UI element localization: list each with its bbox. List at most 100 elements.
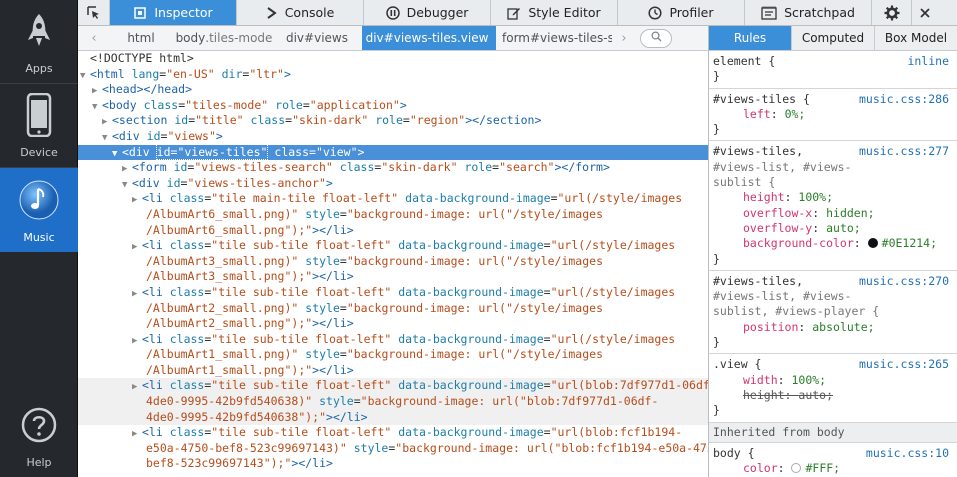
markup-node-li[interactable]: ▶ <li class="tile sub-tile float-left" da…: [78, 285, 708, 332]
markup-node-li[interactable]: ▶ <li class="tile main-tile float-left" d…: [78, 191, 708, 238]
rule-source-link[interactable]: music.css:277: [859, 144, 949, 159]
attr-value: "url(/style/images: [550, 238, 676, 253]
attr-name: style: [353, 440, 389, 455]
color-swatch[interactable]: [791, 463, 802, 474]
rule-declaration[interactable]: left: 0%;: [713, 107, 953, 122]
rule-close-brace: }: [713, 403, 720, 418]
tab-box-model[interactable]: Box Model: [875, 26, 957, 50]
markup-node[interactable]: ▶ <section id="title" class="skin-dark" r…: [78, 113, 708, 129]
rail-item-device[interactable]: Device: [0, 84, 78, 168]
crumb-selector: #views: [304, 31, 348, 45]
rule-declaration[interactable]: position: absolute;: [713, 320, 953, 335]
rule-source-link[interactable]: music.css:10: [866, 446, 949, 461]
tab-console[interactable]: Console: [237, 0, 364, 25]
attr-name: class: [169, 425, 205, 440]
tab-inspector[interactable]: Inspector: [110, 0, 237, 25]
attr-value: /AlbumArt6_small.png");": [146, 222, 313, 237]
rule-views-group-2[interactable]: #views-tiles, music.css:270 #views-list,…: [709, 271, 957, 355]
crumb-tag: form: [502, 31, 530, 45]
attr-value: /AlbumArt3_small.png)": [146, 253, 299, 268]
search-input[interactable]: [640, 28, 672, 48]
rule-source-link[interactable]: music.css:286: [859, 92, 949, 107]
rule-declaration[interactable]: width: 100%;: [713, 373, 953, 388]
attr-name: class: [339, 160, 375, 175]
attr-name: class: [169, 378, 205, 393]
attr-value: "ltr": [249, 66, 284, 81]
attr-name: data-background-image: [398, 378, 544, 393]
attr-name: id: [156, 144, 171, 159]
markup-line: 4de0-9995-42b9fd540638");"></li>: [78, 409, 708, 426]
close-devtools-button[interactable]: [912, 0, 937, 25]
scratchpad-icon: [761, 6, 777, 20]
attr-value: "views-tiles": [177, 144, 268, 159]
tab-computed[interactable]: Computed: [792, 26, 875, 50]
pick-element-button[interactable]: [78, 0, 110, 25]
markup-line: /AlbumArt1_small.png");"></li>: [78, 363, 708, 379]
rail-item-help[interactable]: Help: [0, 393, 78, 477]
markup-line: 4de0-9995-42b9fd540638)" style="backgrou…: [78, 394, 708, 410]
breadcrumb-forward-button[interactable]: ›: [612, 26, 636, 50]
rule-source-link[interactable]: music.css:265: [859, 357, 949, 372]
rule-declaration[interactable]: color: #FFF;: [713, 461, 953, 476]
breadcrumb-item-form[interactable]: form#views-tiles-se: [496, 26, 612, 50]
rule-declaration-overridden[interactable]: height: auto;: [713, 388, 953, 403]
attr-name: class: [169, 331, 205, 346]
rule-element[interactable]: element { inline }: [709, 51, 957, 89]
attr-value: "url(/style/images: [557, 191, 683, 206]
breadcrumb-item-views[interactable]: div #views: [276, 26, 362, 50]
rule-selector: #views-list, #views-: [713, 289, 852, 304]
cursor-pick-icon: [86, 5, 101, 20]
attr-value: "background-image: url("blob:fcf1b194-e5…: [395, 440, 708, 455]
tab-style-editor[interactable]: Style Editor: [491, 0, 618, 25]
rule-views-tiles[interactable]: #views-tiles { music.css:286 left: 0%; }: [709, 89, 957, 142]
attr-value: /AlbumArt1_small.png)": [146, 347, 299, 362]
rule-body[interactable]: body { music.css:10 color: #FFF; }: [709, 443, 957, 477]
attr-name: data-background-image: [398, 238, 544, 253]
markup-node[interactable]: ▼ <div id="views">: [78, 129, 708, 145]
breadcrumb-item-body[interactable]: body .tiles-mode: [176, 26, 276, 50]
tab-debugger[interactable]: Debugger: [364, 0, 491, 25]
rule-declaration[interactable]: height: 100%;: [713, 190, 953, 205]
attr-value: 4de0-9995-42b9fd540638)": [146, 394, 313, 409]
markup-view[interactable]: <!DOCTYPE html> ▼ <html lang="en-US" dir=…: [78, 51, 708, 477]
tag-end: ></li>: [312, 269, 354, 284]
tab-rules[interactable]: Rules: [709, 26, 792, 50]
markup-node[interactable]: <!DOCTYPE html>: [78, 51, 708, 67]
markup-node[interactable]: ▶ <form id="views-tiles-search" class="sk…: [78, 160, 708, 176]
markup-node-li[interactable]: ▶ <li class="tile sub-tile float-left" da…: [78, 425, 708, 472]
pause-icon: [385, 5, 400, 20]
markup-line: /AlbumArt6_small.png)" style="background…: [146, 206, 604, 221]
rail-item-music[interactable]: Music: [0, 168, 78, 252]
doctype: <!DOCTYPE html>: [90, 51, 194, 65]
property-name: height: [743, 387, 785, 402]
rule-source-link[interactable]: inline: [907, 54, 949, 69]
attr-value: "region": [409, 113, 466, 128]
settings-button[interactable]: [872, 0, 912, 25]
rule-source-link[interactable]: music.css:270: [859, 274, 949, 289]
tag-name: <li: [142, 191, 163, 206]
rule-declaration[interactable]: overflow-y: auto;: [713, 221, 953, 236]
rule-declaration[interactable]: overflow-x: hidden;: [713, 206, 953, 221]
color-swatch[interactable]: [867, 238, 878, 249]
rule-views-group-1[interactable]: #views-tiles, music.css:277 #views-list,…: [709, 141, 957, 271]
markup-node[interactable]: ▼ <div id="views-tiles-anchor">: [78, 176, 708, 192]
tag-end: ></li>: [326, 409, 368, 424]
tab-label: Console: [284, 5, 335, 20]
tab-profiler[interactable]: Profiler: [618, 0, 745, 25]
markup-node-li[interactable]: ▶ <li class="tile sub-tile float-left" da…: [78, 238, 708, 285]
crumb-selector: #views-tiles-se: [529, 31, 612, 45]
breadcrumb-item-views-tiles[interactable]: div #views-tiles.view: [362, 26, 496, 50]
breadcrumb-item-html[interactable]: html: [110, 26, 176, 50]
markup-node[interactable]: ▼ <body class="tiles-mode" role="applicat…: [78, 98, 708, 114]
markup-node-selected[interactable]: ▼ <div id="views-tiles" class="view">: [78, 143, 708, 161]
rule-declaration[interactable]: background-color: #0E1214;: [713, 236, 953, 251]
tab-scratchpad[interactable]: Scratchpad: [745, 0, 872, 25]
breadcrumb-back-button[interactable]: ‹: [78, 26, 110, 50]
rail-item-apps[interactable]: Apps: [0, 0, 78, 84]
tab-label: Inspector: [154, 5, 213, 20]
markup-node-li[interactable]: ▶ <li class="tile sub-tile float-left" da…: [78, 378, 708, 426]
markup-node[interactable]: ▼ <html lang="en-US" dir="ltr">: [78, 67, 708, 83]
markup-node-li[interactable]: ▶ <li class="tile sub-tile float-left" da…: [78, 332, 708, 379]
rule-view[interactable]: .view { music.css:265 width: 100%; heigh…: [709, 354, 957, 423]
markup-node[interactable]: ▶ <head></head>: [78, 82, 708, 98]
